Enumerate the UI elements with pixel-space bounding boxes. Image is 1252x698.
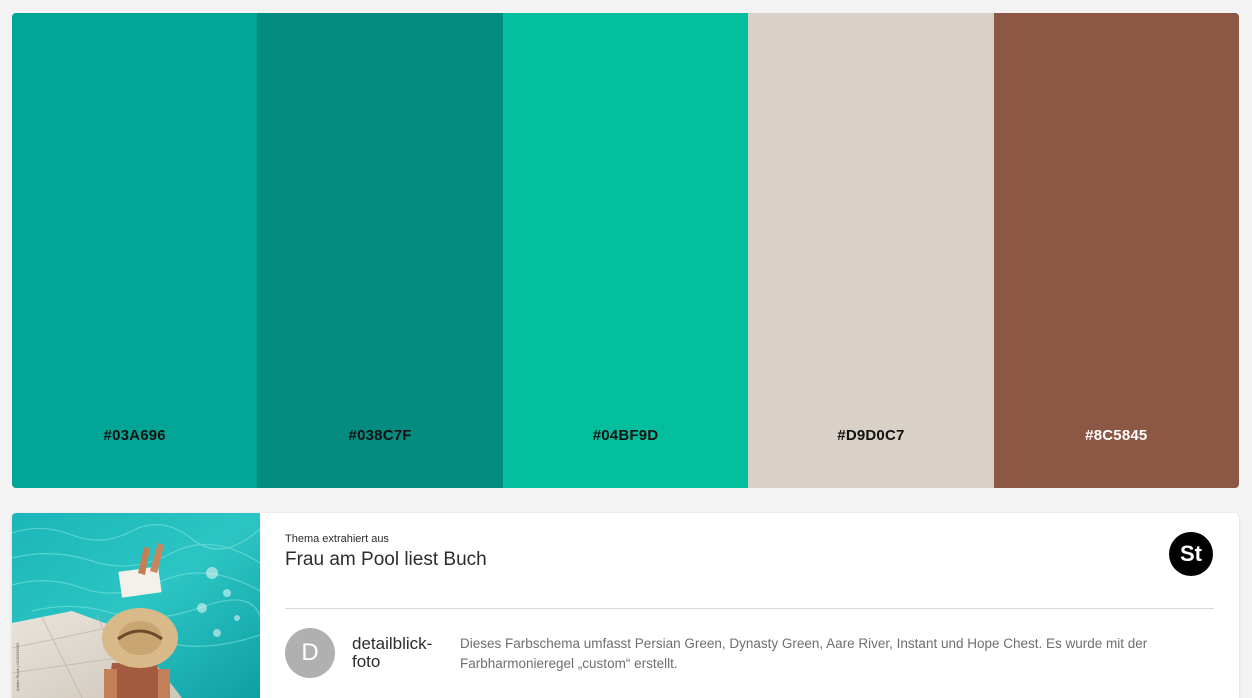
avatar-initial: D <box>301 639 319 666</box>
color-swatch-4[interactable]: #D9D0C7 <box>748 13 994 488</box>
swatch-hex-label: #038C7F <box>348 427 412 444</box>
swatch-hex-label: #03A696 <box>103 427 166 444</box>
theme-details: Thema extrahiert aus Frau am Pool liest … <box>285 513 1239 698</box>
pool-photo-image: Adobe Stock | #235319962 <box>12 513 260 698</box>
divider <box>285 608 1214 609</box>
swatch-hex-label: #D9D0C7 <box>837 427 905 444</box>
author-name-link[interactable]: detailblick-foto <box>352 635 452 671</box>
color-swatch-2[interactable]: #038C7F <box>257 13 503 488</box>
swatch-hex-label: #04BF9D <box>592 427 659 444</box>
theme-title[interactable]: Frau am Pool liest Buch <box>285 549 487 571</box>
stock-badge-label: St <box>1180 541 1202 566</box>
color-swatch-3[interactable]: #04BF9D <box>502 13 749 488</box>
color-swatch-5[interactable]: #8C5845 <box>993 13 1239 488</box>
theme-description: Dieses Farbschema umfasst Persian Green,… <box>460 636 1148 671</box>
color-swatch-1[interactable]: #03A696 <box>12 13 258 488</box>
theme-info-card: Adobe Stock | #235319962 Thema extrahier… <box>12 513 1239 698</box>
source-image-thumbnail[interactable]: Adobe Stock | #235319962 <box>12 513 260 698</box>
adobe-stock-icon[interactable]: St <box>1169 532 1213 576</box>
color-palette: #03A696 #038C7F #04BF9D #D9D0C7 #8C5845 <box>12 13 1239 488</box>
swatch-hex-label: #8C5845 <box>1085 427 1148 444</box>
stock-watermark: Adobe Stock | #235319962 <box>15 642 20 691</box>
author-avatar[interactable]: D <box>285 628 335 678</box>
extracted-from-label: Thema extrahiert aus <box>285 533 389 545</box>
